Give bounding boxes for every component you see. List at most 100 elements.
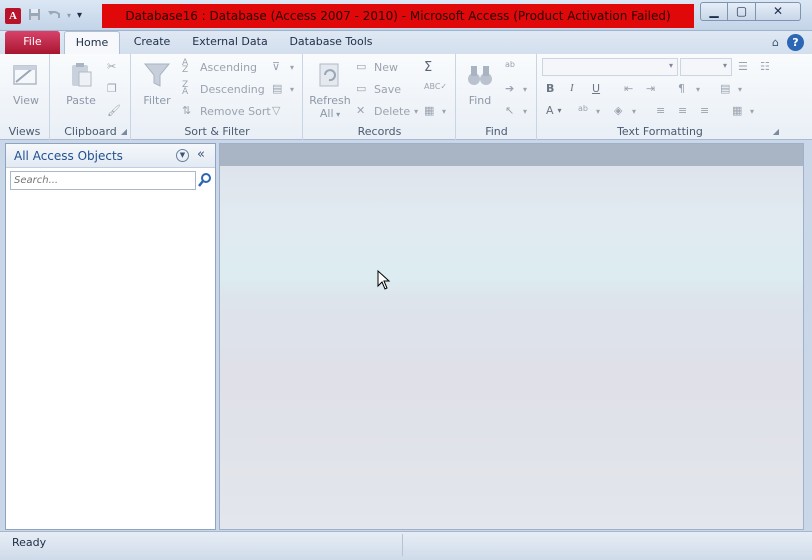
access-app-icon[interactable]: A: [5, 8, 21, 24]
search-icon[interactable]: [197, 172, 213, 188]
underline-button[interactable]: U: [592, 82, 600, 95]
fill-color-button[interactable]: ◈ ▾: [614, 104, 636, 118]
navigation-pane: All Access Objects ▼ «: [5, 143, 216, 530]
chevron-down-icon: ▾: [290, 62, 295, 72]
goto-arrow-icon: ➔: [505, 82, 515, 95]
tab-help-area: ⌂ ?: [772, 34, 804, 51]
chevron-down-icon: ▾: [668, 61, 673, 70]
find-button[interactable]: Find: [461, 60, 499, 107]
paint-bucket-icon: ◈: [614, 104, 623, 117]
font-size-dropdown[interactable]: ▾: [680, 58, 732, 76]
chevron-down-icon: ▾: [632, 106, 637, 116]
delete-record-button[interactable]: ✕ Delete ▾: [356, 104, 418, 118]
format-painter-button[interactable]: 🖌: [107, 104, 121, 118]
new-record-button[interactable]: ▭ New: [356, 60, 398, 74]
highlight-button[interactable]: ab ▾: [578, 104, 600, 118]
cut-button[interactable]: ✂: [107, 60, 121, 74]
numbering-icon: ☷: [760, 60, 770, 73]
selection-filter-icon: ⊽: [272, 60, 281, 73]
gridlines-button[interactable]: ▤ ▾: [720, 82, 742, 96]
paste-button[interactable]: Paste: [63, 60, 99, 107]
chevron-down-icon: ▾: [596, 106, 601, 116]
minimize-button[interactable]: ▁: [700, 2, 728, 21]
tab-external-data[interactable]: External Data: [186, 31, 274, 54]
align-left-button[interactable]: ≡: [656, 104, 670, 118]
close-button[interactable]: ✕: [756, 2, 801, 21]
clipboard-dialog-launcher-icon[interactable]: ◢: [121, 127, 127, 136]
font-color-button[interactable]: A ▾: [546, 104, 562, 117]
numbering-button[interactable]: ☷: [760, 60, 774, 74]
tab-home[interactable]: Home: [64, 31, 120, 55]
tab-database-tools[interactable]: Database Tools: [282, 31, 380, 54]
save-record-button[interactable]: ▭ Save: [356, 82, 401, 96]
undo-icon[interactable]: [47, 9, 61, 24]
nav-menu-chevron-down-icon[interactable]: ▼: [176, 149, 189, 162]
decrease-indent-icon: ⇤: [624, 82, 634, 95]
increase-indent-icon: ⇥: [646, 82, 656, 95]
view-button[interactable]: View: [8, 60, 44, 107]
select-button[interactable]: ↖ ▾: [505, 104, 527, 118]
toggle-filter-button[interactable]: ▽: [272, 104, 286, 118]
chevron-down-icon: ▾: [523, 84, 528, 94]
nav-search-input[interactable]: [10, 171, 196, 190]
copy-button[interactable]: ❐: [107, 82, 121, 96]
totals-button[interactable]: Σ: [424, 60, 438, 75]
chevron-down-icon: ▾: [696, 84, 701, 94]
font-color-icon: A: [546, 104, 554, 117]
view-icon: [13, 65, 37, 85]
window-title: Database16 : Database (Access 2007 - 201…: [102, 4, 694, 28]
text-formatting-dialog-launcher-icon[interactable]: ◢: [773, 127, 779, 136]
align-center-icon: ≡: [678, 104, 688, 117]
shutter-bar-collapse-icon[interactable]: «: [197, 147, 205, 162]
nav-pane-header[interactable]: All Access Objects ▼ «: [6, 144, 215, 168]
refresh-icon: [319, 63, 339, 87]
align-center-button[interactable]: ≡: [678, 104, 692, 118]
chevron-down-icon: ▾: [523, 106, 528, 116]
filter-button[interactable]: Filter: [138, 60, 176, 107]
align-right-button[interactable]: ≡: [700, 104, 714, 118]
ascending-button[interactable]: A Z Ascending: [182, 59, 257, 75]
paragraph-direction-button[interactable]: ¶ ▾: [678, 82, 700, 96]
spelling-button[interactable]: ABC✓: [424, 82, 447, 96]
increase-indent-button[interactable]: ⇥: [646, 82, 660, 96]
decrease-indent-button[interactable]: ⇤: [624, 82, 638, 96]
more-records-button[interactable]: ▦ ▾: [424, 104, 446, 118]
tab-file[interactable]: File: [5, 31, 60, 54]
italic-button[interactable]: I: [570, 82, 574, 94]
quick-access-toolbar: ▾ ▾: [28, 8, 82, 24]
maximize-button[interactable]: ▢: [728, 2, 756, 21]
close-icon: ✕: [772, 4, 784, 18]
nav-pane-title: All Access Objects: [14, 149, 123, 163]
document-workspace: [219, 143, 804, 530]
minimize-ribbon-icon[interactable]: ⌂: [772, 36, 779, 49]
bold-button[interactable]: B: [546, 82, 554, 95]
group-records: Refresh All ▾ ▭ New ▭ Save ✕ Delete ▾ Σ ABC✓…: [304, 54, 456, 140]
bullets-button[interactable]: ☰: [738, 60, 752, 74]
selection-filter-button[interactable]: ⊽ ▾: [272, 60, 294, 74]
sort-descending-icon: ZA: [182, 80, 189, 97]
descending-button[interactable]: Z A Descending: [182, 80, 265, 97]
alternate-row-color-button[interactable]: ▦ ▾: [732, 104, 754, 118]
copy-icon: ❐: [107, 82, 117, 95]
toggle-filter-icon: ▽: [272, 104, 281, 117]
advanced-filter-button[interactable]: ▤ ▾: [272, 82, 294, 96]
mouse-cursor-icon: [377, 270, 391, 290]
workspace-tab-strip: [220, 144, 803, 166]
remove-sort-button[interactable]: ⇅ Remove Sort: [182, 104, 271, 118]
ribbon-tabs: File Home Create External Data Database …: [0, 31, 812, 55]
replace-button[interactable]: ab: [505, 60, 519, 74]
chevron-down-icon: ▾: [442, 106, 447, 116]
binoculars-icon: [468, 66, 492, 85]
goto-button[interactable]: ➔ ▾: [505, 82, 527, 96]
help-button[interactable]: ?: [787, 34, 804, 51]
font-name-dropdown[interactable]: ▾: [542, 58, 678, 76]
status-divider: [402, 534, 403, 556]
save-icon[interactable]: [28, 8, 41, 24]
undo-dropdown-icon[interactable]: ▾: [67, 9, 71, 23]
advanced-filter-icon: ▤: [272, 82, 283, 95]
customize-qat-icon[interactable]: ▾: [77, 9, 82, 23]
align-left-icon: ≡: [656, 104, 666, 117]
chevron-down-icon: ▾: [722, 61, 727, 70]
refresh-all-button[interactable]: Refresh All ▾: [308, 60, 352, 120]
tab-create[interactable]: Create: [126, 31, 178, 54]
